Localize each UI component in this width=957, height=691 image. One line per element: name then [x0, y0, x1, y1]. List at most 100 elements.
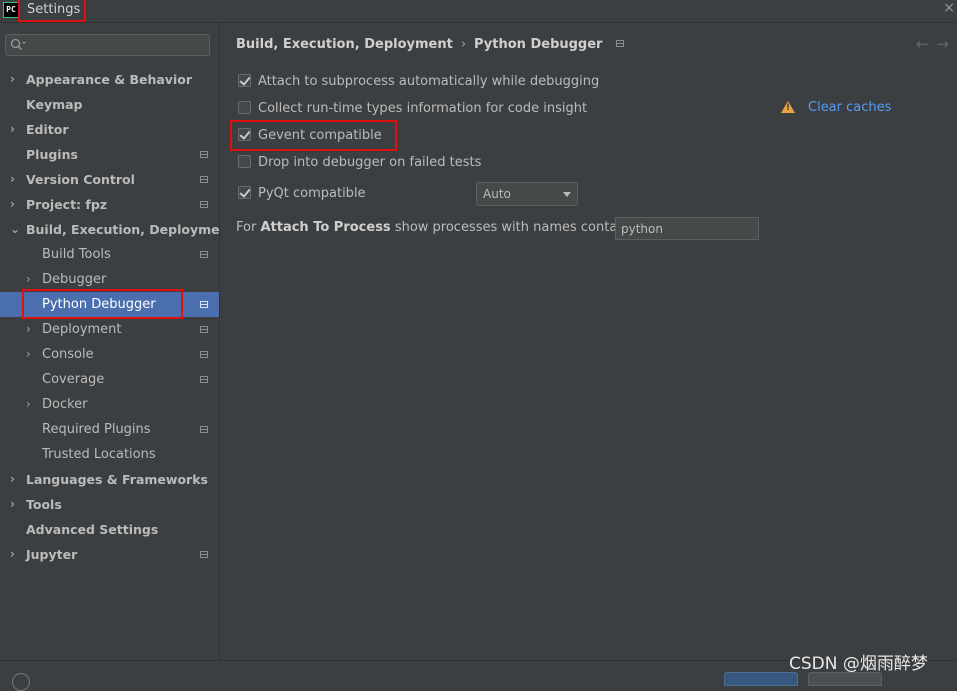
ok-button[interactable]: [724, 672, 798, 686]
title-bar: PC Settings ×: [0, 0, 957, 23]
attach-process-label: For Attach To Process show processes wit…: [236, 220, 654, 235]
project-settings-icon: [200, 351, 208, 358]
collect-types-checkbox[interactable]: [238, 101, 251, 114]
project-settings-icon: [200, 301, 208, 308]
drop-debugger-label: Drop into debugger on failed tests: [258, 155, 482, 170]
sidebar-item-editor[interactable]: › Editor: [0, 117, 219, 142]
attach-prefix: For: [236, 220, 257, 235]
sidebar-item-label: Editor: [26, 122, 69, 137]
title-highlight-box: [18, 0, 86, 22]
sidebar-item-label: Project: fpz: [26, 197, 108, 212]
pycharm-app-icon: PC: [3, 2, 19, 18]
sidebar-item-advanced-settings[interactable]: Advanced Settings: [0, 517, 219, 542]
warning-mark: !: [786, 103, 791, 113]
sidebar-item-label: Languages & Frameworks: [26, 472, 208, 487]
project-settings-icon: [200, 176, 208, 183]
sidebar-item-keymap[interactable]: Keymap: [0, 92, 219, 117]
sidebar-item-version-control[interactable]: › Version Control: [0, 167, 219, 192]
back-arrow-icon[interactable]: ←: [916, 35, 937, 53]
sidebar-item-label: Advanced Settings: [26, 522, 159, 537]
breadcrumb-current: Python Debugger: [474, 37, 603, 52]
sidebar-item-label: Required Plugins: [42, 422, 151, 437]
project-settings-icon: [200, 201, 208, 208]
chevron-right-icon[interactable]: ›: [26, 342, 36, 367]
sidebar-item-label: Deployment: [42, 322, 122, 337]
option-attach-subprocess[interactable]: Attach to subprocess automatically while…: [238, 74, 599, 92]
breadcrumb-parent[interactable]: Build, Execution, Deployment: [236, 37, 453, 52]
project-settings-icon: [200, 151, 208, 158]
option-drop-debugger[interactable]: Drop into debugger on failed tests: [238, 155, 481, 173]
chevron-right-icon[interactable]: ›: [26, 317, 36, 342]
chevron-right-icon[interactable]: ›: [26, 392, 36, 417]
process-name-filter-input[interactable]: [615, 217, 759, 240]
sidebar-item-jupyter[interactable]: › Jupyter: [0, 542, 219, 567]
sidebar-item-deployment[interactable]: › Deployment: [0, 317, 219, 342]
sidebar-item-label: Build Tools: [42, 247, 111, 262]
drop-debugger-checkbox[interactable]: [238, 155, 251, 168]
option-collect-types[interactable]: Collect run-time types information for c…: [238, 101, 587, 119]
pyqt-mode-select[interactable]: Auto: [476, 182, 578, 206]
sidebar-item-build-execution-deployment[interactable]: ⌄ Build, Execution, Deployment: [0, 217, 234, 242]
sidebar-item-label: Build, Execution, Deployment: [26, 222, 235, 237]
sidebar-item-label: Coverage: [42, 372, 105, 387]
sidebar-item-label: Appearance & Behavior: [26, 72, 192, 87]
project-settings-icon: [616, 40, 625, 47]
attach-bold: Attach To Process: [260, 220, 391, 235]
history-nav: ←→: [916, 35, 957, 53]
sidebar-item-trusted-locations[interactable]: Trusted Locations: [0, 442, 219, 467]
help-icon[interactable]: [12, 673, 30, 691]
attach-subprocess-checkbox[interactable]: [238, 74, 251, 87]
project-settings-icon: [200, 251, 208, 258]
sidebar-item-required-plugins[interactable]: Required Plugins: [0, 417, 219, 442]
gevent-highlight-box: [230, 120, 397, 151]
chevron-right-icon[interactable]: ›: [10, 192, 20, 217]
sidebar-item-languages-frameworks[interactable]: › Languages & Frameworks: [0, 467, 219, 492]
breadcrumb-separator: ›: [460, 37, 467, 52]
breadcrumb: Build, Execution, Deployment › Python Debu…: [236, 37, 625, 52]
sidebar-item-label: Version Control: [26, 172, 135, 187]
pyqt-label: PyQt compatible: [258, 186, 366, 201]
collect-types-label: Collect run-time types information for c…: [258, 101, 588, 116]
project-settings-icon: [200, 326, 208, 333]
pyqt-mode-value: Auto: [483, 187, 511, 201]
sidebar-item-plugins[interactable]: Plugins: [0, 142, 219, 167]
settings-main-panel: Build, Execution, Deployment › Python Debu…: [220, 23, 957, 660]
search-input[interactable]: [28, 36, 210, 56]
search-icon: [10, 38, 26, 50]
settings-search[interactable]: [5, 34, 210, 56]
sidebar-item-tools[interactable]: › Tools: [0, 492, 219, 517]
chevron-down-icon: [563, 192, 571, 197]
sidebar-item-label: Console: [42, 347, 94, 362]
sidebar-item-appearance-behavior[interactable]: › Appearance & Behavior: [0, 67, 219, 92]
sidebar-item-project-fpz[interactable]: › Project: fpz: [0, 192, 219, 217]
project-settings-icon: [200, 376, 208, 383]
chevron-right-icon[interactable]: ›: [10, 67, 20, 92]
sidebar-item-docker[interactable]: › Docker: [0, 392, 219, 417]
option-pyqt[interactable]: PyQt compatible: [238, 186, 366, 204]
sidebar-item-label: Tools: [26, 497, 62, 512]
settings-sidebar: › Appearance & Behavior Keymap › Editor Plugi…: [0, 23, 234, 660]
sidebar-item-label: Keymap: [26, 97, 83, 112]
sidebar-item-label: Plugins: [26, 147, 78, 162]
cancel-button[interactable]: [808, 672, 882, 686]
pyqt-checkbox[interactable]: [238, 186, 251, 199]
chevron-down-icon[interactable]: ⌄: [10, 217, 20, 242]
sidebar-item-label: Jupyter: [26, 547, 78, 562]
sidebar-item-build-tools[interactable]: Build Tools: [0, 242, 219, 267]
close-icon[interactable]: ×: [943, 0, 955, 16]
chevron-right-icon[interactable]: ›: [10, 492, 20, 517]
sidebar-item-coverage[interactable]: Coverage: [0, 367, 219, 392]
project-settings-icon: [200, 551, 208, 558]
chevron-right-icon[interactable]: ›: [10, 117, 20, 142]
clear-caches-link[interactable]: Clear caches: [808, 100, 891, 115]
chevron-right-icon[interactable]: ›: [10, 467, 20, 492]
forward-arrow-icon[interactable]: →: [936, 35, 957, 53]
sidebar-item-label: Trusted Locations: [42, 447, 156, 462]
chevron-right-icon[interactable]: ›: [10, 167, 20, 192]
project-settings-icon: [200, 426, 208, 433]
chevron-right-icon[interactable]: ›: [10, 542, 20, 567]
selection-highlight-box: [22, 289, 183, 319]
sidebar-item-label: Docker: [42, 397, 88, 412]
sidebar-item-console[interactable]: › Console: [0, 342, 219, 367]
attach-subprocess-label: Attach to subprocess automatically while…: [258, 74, 600, 89]
